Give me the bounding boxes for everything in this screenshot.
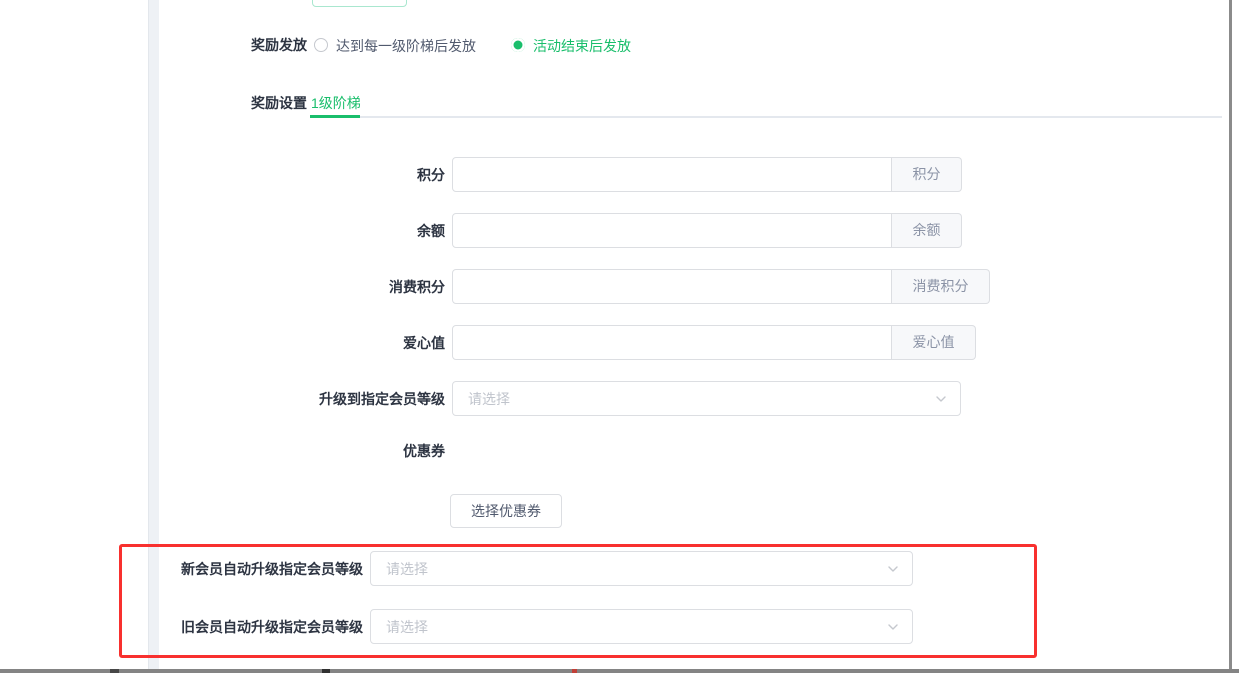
chevron-down-icon — [934, 392, 948, 406]
points-label: 积分 — [240, 167, 445, 183]
chevron-down-icon — [886, 562, 900, 576]
cutoff-required-asterisk-fragment — [572, 669, 577, 673]
cutoff-text-fragment — [110, 669, 119, 673]
cutoff-top-button[interactable] — [312, 0, 407, 7]
new-member-upgrade-select[interactable]: 请选择 — [370, 551, 913, 586]
radio-issue-per-tier[interactable] — [314, 38, 328, 52]
balance-label: 余额 — [240, 223, 445, 239]
tab-tier-1[interactable]: 1级阶梯 — [311, 95, 361, 111]
old-member-upgrade-label: 旧会员自动升级指定会员等级 — [160, 619, 363, 635]
chevron-down-icon — [886, 620, 900, 634]
left-scrollbar-strip[interactable] — [148, 0, 159, 673]
coupon-label: 优惠券 — [240, 443, 445, 459]
consume-points-input[interactable] — [452, 269, 892, 304]
points-addon: 积分 — [892, 157, 962, 192]
consume-points-addon: 消费积分 — [892, 269, 990, 304]
tab-active-underline — [310, 115, 360, 118]
radio-issue-after-end-label[interactable]: 活动结束后发放 — [533, 38, 631, 54]
reward-issue-label: 奖励发放 — [220, 37, 307, 53]
balance-addon: 余额 — [892, 213, 962, 248]
new-member-upgrade-placeholder: 请选择 — [386, 559, 886, 579]
radio-issue-after-end[interactable] — [511, 38, 525, 52]
balance-input[interactable] — [452, 213, 892, 248]
choose-coupon-button[interactable]: 选择优惠券 — [450, 494, 562, 528]
new-member-upgrade-label: 新会员自动升级指定会员等级 — [160, 561, 363, 577]
tab-bar-divider — [310, 116, 1222, 118]
cutoff-text-fragment — [322, 669, 330, 673]
window-right-border — [1229, 0, 1232, 673]
old-member-upgrade-select[interactable]: 请选择 — [370, 609, 913, 644]
points-input[interactable] — [452, 157, 892, 192]
love-value-addon: 爱心值 — [892, 325, 976, 360]
upgrade-level-placeholder: 请选择 — [468, 389, 934, 409]
love-value-input[interactable] — [452, 325, 892, 360]
reward-settings-label: 奖励设置 — [220, 95, 307, 111]
radio-issue-per-tier-label[interactable]: 达到每一级阶梯后发放 — [336, 38, 476, 54]
bottom-cutoff-content — [0, 669, 1239, 673]
upgrade-level-select[interactable]: 请选择 — [452, 381, 961, 416]
love-value-label: 爱心值 — [240, 335, 445, 351]
upgrade-level-label: 升级到指定会员等级 — [240, 391, 445, 407]
page: 奖励发放 达到每一级阶梯后发放 活动结束后发放 奖励设置 1级阶梯 积分 积分 … — [0, 0, 1239, 673]
old-member-upgrade-placeholder: 请选择 — [386, 617, 886, 637]
consume-points-label: 消费积分 — [240, 279, 445, 295]
